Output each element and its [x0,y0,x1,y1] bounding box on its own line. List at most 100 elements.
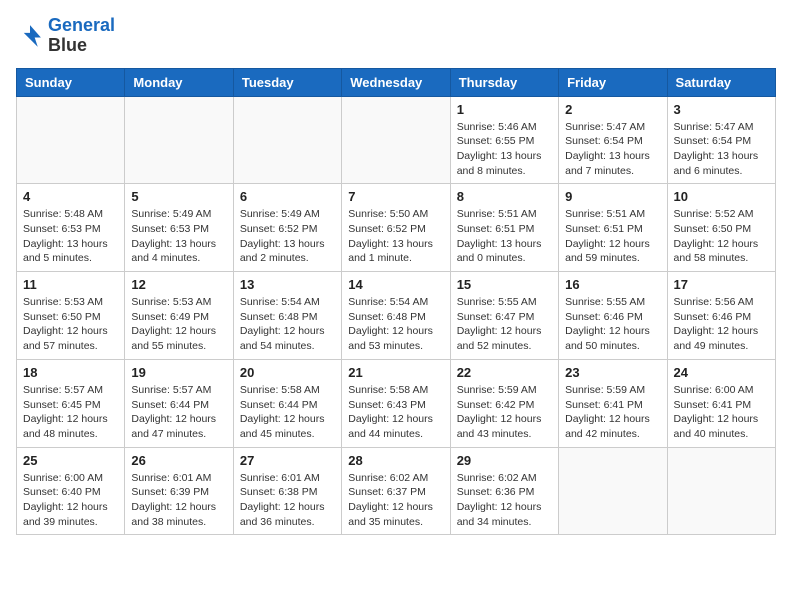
calendar-cell [17,96,125,184]
calendar-cell: 8 Sunrise: 5:51 AM Sunset: 6:51 PM Daylig… [450,184,558,272]
calendar-week-1: 1 Sunrise: 5:46 AM Sunset: 6:55 PM Daylig… [17,96,776,184]
day-number: 3 [674,102,769,117]
calendar-cell [233,96,341,184]
day-info: Sunrise: 6:01 AM Sunset: 6:38 PM Dayligh… [240,471,335,530]
calendar-cell: 27 Sunrise: 6:01 AM Sunset: 6:38 PM Dayli… [233,447,341,535]
day-number: 9 [565,189,660,204]
calendar-cell: 29Sunrise: 6:02 AM Sunset: 6:36 PM Dayli… [450,447,558,535]
day-number: 16 [565,277,660,292]
day-info: Sunrise: 5:53 AM Sunset: 6:50 PM Dayligh… [23,295,118,354]
calendar-cell: 26Sunrise: 6:01 AM Sunset: 6:39 PM Dayli… [125,447,233,535]
day-info: Sunrise: 5:58 AM Sunset: 6:43 PM Dayligh… [348,383,443,442]
calendar-cell: 14 Sunrise: 5:54 AM Sunset: 6:48 PM Dayli… [342,272,450,360]
day-number: 22 [457,365,552,380]
day-number: 2 [565,102,660,117]
calendar-cell: 3 Sunrise: 5:47 AM Sunset: 6:54 PM Daylig… [667,96,775,184]
day-number: 11 [23,277,118,292]
day-info: Sunrise: 5:55 AM Sunset: 6:47 PM Dayligh… [457,295,552,354]
day-number: 14 [348,277,443,292]
day-number: 25 [23,453,118,468]
page-header: GeneralBlue [16,16,776,56]
day-number: 21 [348,365,443,380]
day-number: 20 [240,365,335,380]
col-header-friday: Friday [559,68,667,96]
day-info: Sunrise: 5:46 AM Sunset: 6:55 PM Dayligh… [457,120,552,179]
day-info: Sunrise: 5:49 AM Sunset: 6:52 PM Dayligh… [240,207,335,266]
calendar-cell: 16 Sunrise: 5:55 AM Sunset: 6:46 PM Dayli… [559,272,667,360]
day-info: Sunrise: 5:52 AM Sunset: 6:50 PM Dayligh… [674,207,769,266]
calendar-table: SundayMondayTuesdayWednesdayThursdayFrid… [16,68,776,536]
calendar-header-row: SundayMondayTuesdayWednesdayThursdayFrid… [17,68,776,96]
day-number: 7 [348,189,443,204]
calendar-cell [342,96,450,184]
col-header-wednesday: Wednesday [342,68,450,96]
col-header-thursday: Thursday [450,68,558,96]
day-number: 1 [457,102,552,117]
day-info: Sunrise: 5:54 AM Sunset: 6:48 PM Dayligh… [348,295,443,354]
col-header-monday: Monday [125,68,233,96]
day-number: 10 [674,189,769,204]
day-info: Sunrise: 5:50 AM Sunset: 6:52 PM Dayligh… [348,207,443,266]
logo: GeneralBlue [16,16,115,56]
day-number: 18 [23,365,118,380]
calendar-cell: 7 Sunrise: 5:50 AM Sunset: 6:52 PM Daylig… [342,184,450,272]
day-number: 12 [131,277,226,292]
day-number: 6 [240,189,335,204]
calendar-cell: 19 Sunrise: 5:57 AM Sunset: 6:44 PM Dayli… [125,359,233,447]
day-info: Sunrise: 5:47 AM Sunset: 6:54 PM Dayligh… [565,120,660,179]
day-info: Sunrise: 5:47 AM Sunset: 6:54 PM Dayligh… [674,120,769,179]
day-info: Sunrise: 5:48 AM Sunset: 6:53 PM Dayligh… [23,207,118,266]
day-info: Sunrise: 6:02 AM Sunset: 6:37 PM Dayligh… [348,471,443,530]
day-number: 5 [131,189,226,204]
col-header-saturday: Saturday [667,68,775,96]
calendar-week-4: 18 Sunrise: 5:57 AM Sunset: 6:45 PM Dayli… [17,359,776,447]
calendar-week-3: 11 Sunrise: 5:53 AM Sunset: 6:50 PM Dayli… [17,272,776,360]
calendar-cell: 22 Sunrise: 5:59 AM Sunset: 6:42 PM Dayli… [450,359,558,447]
day-info: Sunrise: 5:54 AM Sunset: 6:48 PM Dayligh… [240,295,335,354]
calendar-cell: 17Sunrise: 5:56 AM Sunset: 6:46 PM Dayli… [667,272,775,360]
day-info: Sunrise: 5:57 AM Sunset: 6:45 PM Dayligh… [23,383,118,442]
day-info: Sunrise: 5:57 AM Sunset: 6:44 PM Dayligh… [131,383,226,442]
calendar-cell: 4 Sunrise: 5:48 AM Sunset: 6:53 PM Daylig… [17,184,125,272]
day-number: 8 [457,189,552,204]
day-info: Sunrise: 6:00 AM Sunset: 6:41 PM Dayligh… [674,383,769,442]
calendar-cell: 25 Sunrise: 6:00 AM Sunset: 6:40 PM Dayli… [17,447,125,535]
day-number: 28 [348,453,443,468]
day-info: Sunrise: 5:53 AM Sunset: 6:49 PM Dayligh… [131,295,226,354]
day-number: 27 [240,453,335,468]
day-number: 4 [23,189,118,204]
day-info: Sunrise: 5:55 AM Sunset: 6:46 PM Dayligh… [565,295,660,354]
day-info: Sunrise: 5:59 AM Sunset: 6:42 PM Dayligh… [457,383,552,442]
calendar-cell: 1 Sunrise: 5:46 AM Sunset: 6:55 PM Daylig… [450,96,558,184]
calendar-cell: 24 Sunrise: 6:00 AM Sunset: 6:41 PM Dayli… [667,359,775,447]
day-info: Sunrise: 5:58 AM Sunset: 6:44 PM Dayligh… [240,383,335,442]
calendar-cell: 10 Sunrise: 5:52 AM Sunset: 6:50 PM Dayli… [667,184,775,272]
calendar-cell: 5Sunrise: 5:49 AM Sunset: 6:53 PM Daylig… [125,184,233,272]
day-number: 15 [457,277,552,292]
calendar-cell [125,96,233,184]
day-number: 24 [674,365,769,380]
day-info: Sunrise: 5:51 AM Sunset: 6:51 PM Dayligh… [457,207,552,266]
day-info: Sunrise: 6:00 AM Sunset: 6:40 PM Dayligh… [23,471,118,530]
calendar-cell: 13 Sunrise: 5:54 AM Sunset: 6:48 PM Dayli… [233,272,341,360]
calendar-cell: 9 Sunrise: 5:51 AM Sunset: 6:51 PM Daylig… [559,184,667,272]
day-number: 19 [131,365,226,380]
calendar-cell [667,447,775,535]
calendar-cell: 6 Sunrise: 5:49 AM Sunset: 6:52 PM Daylig… [233,184,341,272]
calendar-cell: 2 Sunrise: 5:47 AM Sunset: 6:54 PM Daylig… [559,96,667,184]
day-info: Sunrise: 5:51 AM Sunset: 6:51 PM Dayligh… [565,207,660,266]
calendar-cell: 12 Sunrise: 5:53 AM Sunset: 6:49 PM Dayli… [125,272,233,360]
calendar-cell: 23 Sunrise: 5:59 AM Sunset: 6:41 PM Dayli… [559,359,667,447]
day-number: 23 [565,365,660,380]
calendar-cell: 11 Sunrise: 5:53 AM Sunset: 6:50 PM Dayli… [17,272,125,360]
calendar-cell: 15 Sunrise: 5:55 AM Sunset: 6:47 PM Dayli… [450,272,558,360]
day-info: Sunrise: 5:59 AM Sunset: 6:41 PM Dayligh… [565,383,660,442]
calendar-cell: 21 Sunrise: 5:58 AM Sunset: 6:43 PM Dayli… [342,359,450,447]
col-header-tuesday: Tuesday [233,68,341,96]
calendar-cell: 18 Sunrise: 5:57 AM Sunset: 6:45 PM Dayli… [17,359,125,447]
day-number: 17 [674,277,769,292]
logo-text: GeneralBlue [48,16,115,56]
calendar-cell: 20 Sunrise: 5:58 AM Sunset: 6:44 PM Dayli… [233,359,341,447]
day-number: 13 [240,277,335,292]
day-info: Sunrise: 6:02 AM Sunset: 6:36 PM Dayligh… [457,471,552,530]
